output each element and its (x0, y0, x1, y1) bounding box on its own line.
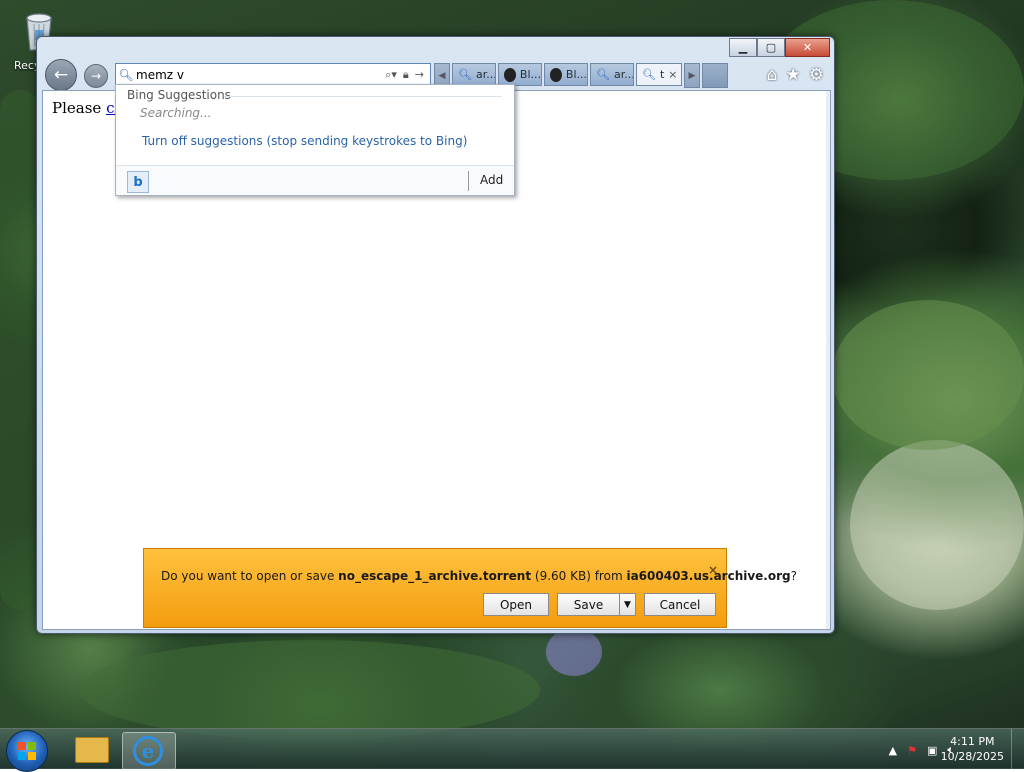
suggestions-status: Searching... (140, 106, 212, 120)
command-icons: ⌂ ★ ⚙ (767, 65, 824, 85)
tab-label: t (659, 68, 665, 81)
wallpaper-leaf (0, 90, 40, 610)
clock-time: 4:11 PM (950, 735, 995, 748)
search-icon: 🔍︎ (642, 68, 656, 81)
tab-4[interactable]: 🔍︎ ar... (590, 63, 634, 86)
message-suffix: ? (790, 569, 797, 583)
window-caption-buttons: ▁ ▢ ✕ (729, 38, 830, 57)
tab-2[interactable]: Bl... (498, 63, 542, 86)
new-tab-button[interactable] (702, 63, 728, 88)
tab-5-active[interactable]: 🔍︎ t × (636, 63, 682, 86)
tab-label: Bl... (519, 68, 541, 81)
wallpaper-petal (546, 628, 602, 676)
taskbar-ie-button[interactable]: e (122, 732, 176, 770)
search-icon: 🔍︎ (596, 68, 610, 81)
show-hidden-icons-icon[interactable]: ▲ (889, 744, 897, 757)
tab-label: ar... (613, 68, 634, 81)
clock[interactable]: 4:11 PM 10/28/2025 (941, 734, 1004, 764)
save-options-dropdown[interactable]: ▼ (619, 593, 636, 616)
close-notification-icon[interactable]: × (708, 563, 718, 577)
forward-arrow-icon: → (90, 69, 102, 83)
search-provider-footer: b Add (116, 165, 514, 195)
action-center-flag-icon[interactable]: ⚑ (907, 744, 917, 757)
github-icon (550, 67, 562, 82)
close-icon: ✕ (802, 41, 813, 54)
add-search-provider-button[interactable]: Add (480, 173, 503, 187)
search-suggestions-dropdown: Bing Suggestions Searching... Turn off s… (115, 84, 515, 196)
minimize-button[interactable]: ▁ (729, 38, 757, 57)
start-button[interactable] (6, 730, 48, 772)
download-notification-bar: Do you want to open or save no_escape_1_… (143, 548, 797, 628)
home-icon[interactable]: ⌂ (767, 65, 778, 85)
page-text-prefix: Please (52, 99, 107, 117)
maximize-icon: ▢ (765, 41, 777, 54)
search-dropdown-icon[interactable]: ⌕▾ (385, 68, 397, 82)
settings-gear-icon[interactable]: ⚙ (809, 65, 824, 85)
github-icon (504, 67, 516, 82)
tab-label: Bl... (565, 68, 587, 81)
vertical-scrollbar[interactable] (826, 91, 830, 629)
save-button[interactable]: Save (557, 593, 620, 616)
tab-label: ar... (475, 68, 496, 81)
bing-provider-icon[interactable]: b (127, 171, 149, 193)
search-icon: 🔍︎ (118, 68, 134, 82)
show-desktop-button[interactable] (1011, 729, 1024, 769)
network-icon[interactable]: ▣ (927, 744, 937, 757)
download-message: Do you want to open or save no_escape_1_… (161, 569, 797, 583)
cancel-button[interactable]: Cancel (644, 593, 716, 616)
turn-off-suggestions-link[interactable]: Turn off suggestions (stop sending keyst… (142, 134, 467, 148)
folder-icon (75, 737, 109, 763)
dropdown-arrow-icon: ▼ (624, 599, 631, 610)
close-tab-icon[interactable]: × (668, 68, 677, 81)
minimize-icon: ▁ (738, 41, 748, 54)
page-text: Please cli (52, 99, 124, 117)
search-icon: 🔍︎ (458, 68, 472, 81)
header-divider (224, 96, 502, 97)
forward-button[interactable]: → (84, 64, 108, 88)
taskbar: e ▲ ⚑ ▣ 🔈︎ 4:11 PM 10/28/2025 (0, 728, 1024, 772)
message-prefix: Do you want to open or save (161, 569, 339, 583)
download-filename: no_escape_1_archive.torrent (338, 569, 532, 583)
address-input-text[interactable]: memz v (136, 68, 385, 82)
back-arrow-icon: ← (53, 65, 69, 85)
wallpaper-flower (850, 440, 1024, 610)
windows-logo-icon (18, 742, 36, 760)
close-window-button[interactable]: ✕ (785, 38, 830, 57)
address-bar-tools: ⌕▾ 🔒︎ → (385, 68, 430, 82)
tab-3[interactable]: Bl... (544, 63, 588, 86)
maximize-button[interactable]: ▢ (757, 38, 785, 57)
favorites-star-icon[interactable]: ★ (786, 65, 801, 85)
internet-explorer-icon: e (133, 736, 163, 766)
download-size: (9.60 KB) from (531, 569, 627, 583)
back-button[interactable]: ← (45, 59, 77, 91)
clock-date: 10/28/2025 (940, 750, 1004, 763)
lock-icon[interactable]: 🔒︎ (403, 68, 409, 82)
footer-separator (468, 171, 469, 191)
suggestions-header: Bing Suggestions (127, 88, 231, 102)
wallpaper-leaf (832, 300, 1024, 450)
taskbar-explorer-button[interactable] (66, 732, 118, 768)
tab-1[interactable]: 🔍︎ ar... (452, 63, 496, 86)
tab-scroll-right-button[interactable]: ▶ (684, 63, 700, 88)
go-arrow-icon[interactable]: → (415, 68, 424, 82)
open-button[interactable]: Open (483, 593, 549, 616)
wallpaper-leaf (80, 640, 540, 740)
